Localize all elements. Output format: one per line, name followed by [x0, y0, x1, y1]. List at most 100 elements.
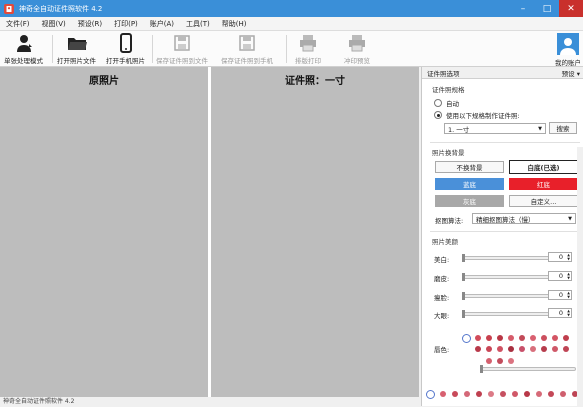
- lip-color-swatch[interactable]: [486, 335, 492, 341]
- radio-auto[interactable]: 自动: [434, 98, 459, 108]
- open-file-button[interactable]: 打开照片文件: [57, 33, 96, 65]
- lip-color-swatch[interactable]: [486, 346, 492, 352]
- lip-intensity-slider[interactable]: [480, 365, 576, 373]
- lip-color-swatch[interactable]: [497, 346, 503, 352]
- menu-file[interactable]: 文件(F): [0, 19, 36, 29]
- lip-color-none[interactable]: [462, 334, 471, 343]
- eyeshadow-swatch[interactable]: [452, 391, 458, 397]
- account-button[interactable]: 我的账户: [555, 33, 581, 67]
- spinner-arrows-icon[interactable]: ▲ ▼: [567, 291, 570, 299]
- spinner-arrows-icon[interactable]: ▲ ▼: [567, 272, 570, 280]
- eyeshadow-swatch[interactable]: [548, 391, 554, 397]
- spinner-arrows-icon[interactable]: ▲ ▼: [567, 309, 570, 317]
- eyeshadow-swatch[interactable]: [536, 391, 542, 397]
- options-panel: 证件照选项 预设 ▾ 证件照规格 自动 使用以下规格制作证件照: 1. 一寸 ▼…: [421, 67, 583, 407]
- lip-color-swatch[interactable]: [530, 346, 536, 352]
- blue-bg-button[interactable]: 蓝底: [435, 178, 504, 190]
- menu-preset[interactable]: 预设(R): [72, 19, 108, 29]
- eyeshadow-swatch[interactable]: [500, 391, 506, 397]
- gray-bg-button[interactable]: 灰底: [435, 195, 504, 207]
- print-preview-button[interactable]: 冲印预览: [344, 33, 370, 65]
- lip-color-swatch[interactable]: [541, 335, 547, 341]
- lip-color-swatch[interactable]: [497, 358, 503, 364]
- whiten-slider-thumb[interactable]: [462, 254, 465, 262]
- eyeshadow-swatch[interactable]: [476, 391, 482, 397]
- algorithm-select[interactable]: 精细抠图算法（慢） ▼: [472, 213, 576, 224]
- smooth-slider-thumb[interactable]: [462, 273, 465, 281]
- thin-face-slider[interactable]: [462, 292, 562, 300]
- printer-icon: [300, 35, 316, 52]
- menu-account[interactable]: 账户(A): [144, 19, 180, 29]
- eyeshadow-swatch[interactable]: [512, 391, 518, 397]
- lip-color-swatch[interactable]: [486, 358, 492, 364]
- menu-print[interactable]: 打印(P): [108, 19, 144, 29]
- smooth-slider[interactable]: [462, 273, 562, 281]
- print-layout-button[interactable]: 排版打印: [295, 33, 321, 65]
- red-bg-button[interactable]: 红底: [509, 178, 578, 190]
- section-divider: [430, 231, 580, 232]
- lip-color-swatch[interactable]: [552, 335, 558, 341]
- chevron-down-icon: ▼: [538, 125, 542, 132]
- lip-color-swatch[interactable]: [475, 335, 481, 341]
- id-photo-panel[interactable]: 证件照：一寸: [211, 67, 419, 397]
- no-change-bg-button[interactable]: 不换背景: [435, 161, 504, 173]
- save-file-button[interactable]: 保存证件照到文件: [156, 33, 208, 65]
- spec-select[interactable]: 1. 一寸 ▼: [444, 123, 546, 134]
- lip-color-swatch[interactable]: [519, 346, 525, 352]
- whiten-label: 美白:: [434, 256, 450, 264]
- radio-spec-dot[interactable]: [434, 111, 442, 119]
- search-button[interactable]: 搜索: [549, 122, 577, 134]
- preset-dropdown[interactable]: 预设 ▾: [562, 68, 580, 78]
- lip-color-swatch[interactable]: [508, 358, 514, 364]
- menu-view[interactable]: 视图(V): [36, 19, 72, 29]
- minimize-button[interactable]: –: [511, 0, 535, 17]
- whiten-slider[interactable]: [462, 254, 562, 262]
- user-avatar-icon: [557, 33, 579, 55]
- spinner-arrows-icon[interactable]: ▲ ▼: [567, 253, 570, 261]
- maximize-button[interactable]: □: [535, 0, 559, 17]
- eyeshadow-swatch[interactable]: [524, 391, 530, 397]
- lip-intensity-slider-thumb[interactable]: [480, 365, 483, 373]
- menu-tools[interactable]: 工具(T): [180, 19, 216, 29]
- original-photo-panel[interactable]: 原照片: [0, 67, 208, 397]
- toolbar-separator: [52, 35, 53, 63]
- lip-color-swatch[interactable]: [497, 335, 503, 341]
- thin-face-slider-thumb[interactable]: [462, 292, 465, 300]
- open-file-label: 打开照片文件: [57, 57, 96, 65]
- eyeshadow-none[interactable]: [426, 390, 435, 399]
- lip-color-swatch[interactable]: [563, 335, 569, 341]
- big-eyes-slider-thumb[interactable]: [462, 310, 465, 318]
- open-phone-button[interactable]: 打开手机照片: [106, 33, 145, 65]
- eyeshadow-swatch[interactable]: [488, 391, 494, 397]
- phone-icon: [119, 33, 132, 53]
- print-preview-icon: [349, 35, 365, 52]
- lip-color-swatch[interactable]: [519, 335, 525, 341]
- lip-color-swatch[interactable]: [541, 346, 547, 352]
- lip-color-swatch[interactable]: [475, 346, 481, 352]
- lip-color-swatch[interactable]: [563, 346, 569, 352]
- eyeshadow-swatch[interactable]: [440, 391, 446, 397]
- lip-color-swatch[interactable]: [508, 335, 514, 341]
- eyeshadow-swatch[interactable]: [464, 391, 470, 397]
- whiten-value-spinner[interactable]: 0 ▲ ▼: [548, 252, 572, 262]
- background-section-title: 照片换背景: [432, 149, 465, 157]
- menu-help[interactable]: 帮助(H): [216, 19, 253, 29]
- close-button[interactable]: ✕: [559, 0, 583, 17]
- custom-bg-button[interactable]: 自定义...: [509, 195, 578, 207]
- lip-color-swatch[interactable]: [508, 346, 514, 352]
- smooth-value-spinner[interactable]: 0 ▲ ▼: [548, 271, 572, 281]
- options-scrollbar[interactable]: [577, 147, 583, 407]
- white-bg-button[interactable]: 白底(已选): [509, 160, 578, 174]
- big-eyes-value-spinner[interactable]: 0 ▲ ▼: [548, 308, 572, 318]
- options-title: 证件照选项: [427, 69, 460, 78]
- single-mode-button[interactable]: 单张处理模式: [4, 33, 43, 65]
- eyeshadow-swatch[interactable]: [560, 391, 566, 397]
- lip-color-swatch[interactable]: [552, 346, 558, 352]
- radio-auto-dot[interactable]: [434, 99, 442, 107]
- thin-face-value-spinner[interactable]: 0 ▲ ▼: [548, 290, 572, 300]
- big-eyes-slider[interactable]: [462, 310, 562, 318]
- save-phone-button[interactable]: 保存证件照到手机: [221, 33, 273, 65]
- radio-spec[interactable]: 使用以下规格制作证件照:: [434, 110, 520, 120]
- lip-color-swatch[interactable]: [530, 335, 536, 341]
- thin-face-label: 瘦脸:: [434, 294, 450, 302]
